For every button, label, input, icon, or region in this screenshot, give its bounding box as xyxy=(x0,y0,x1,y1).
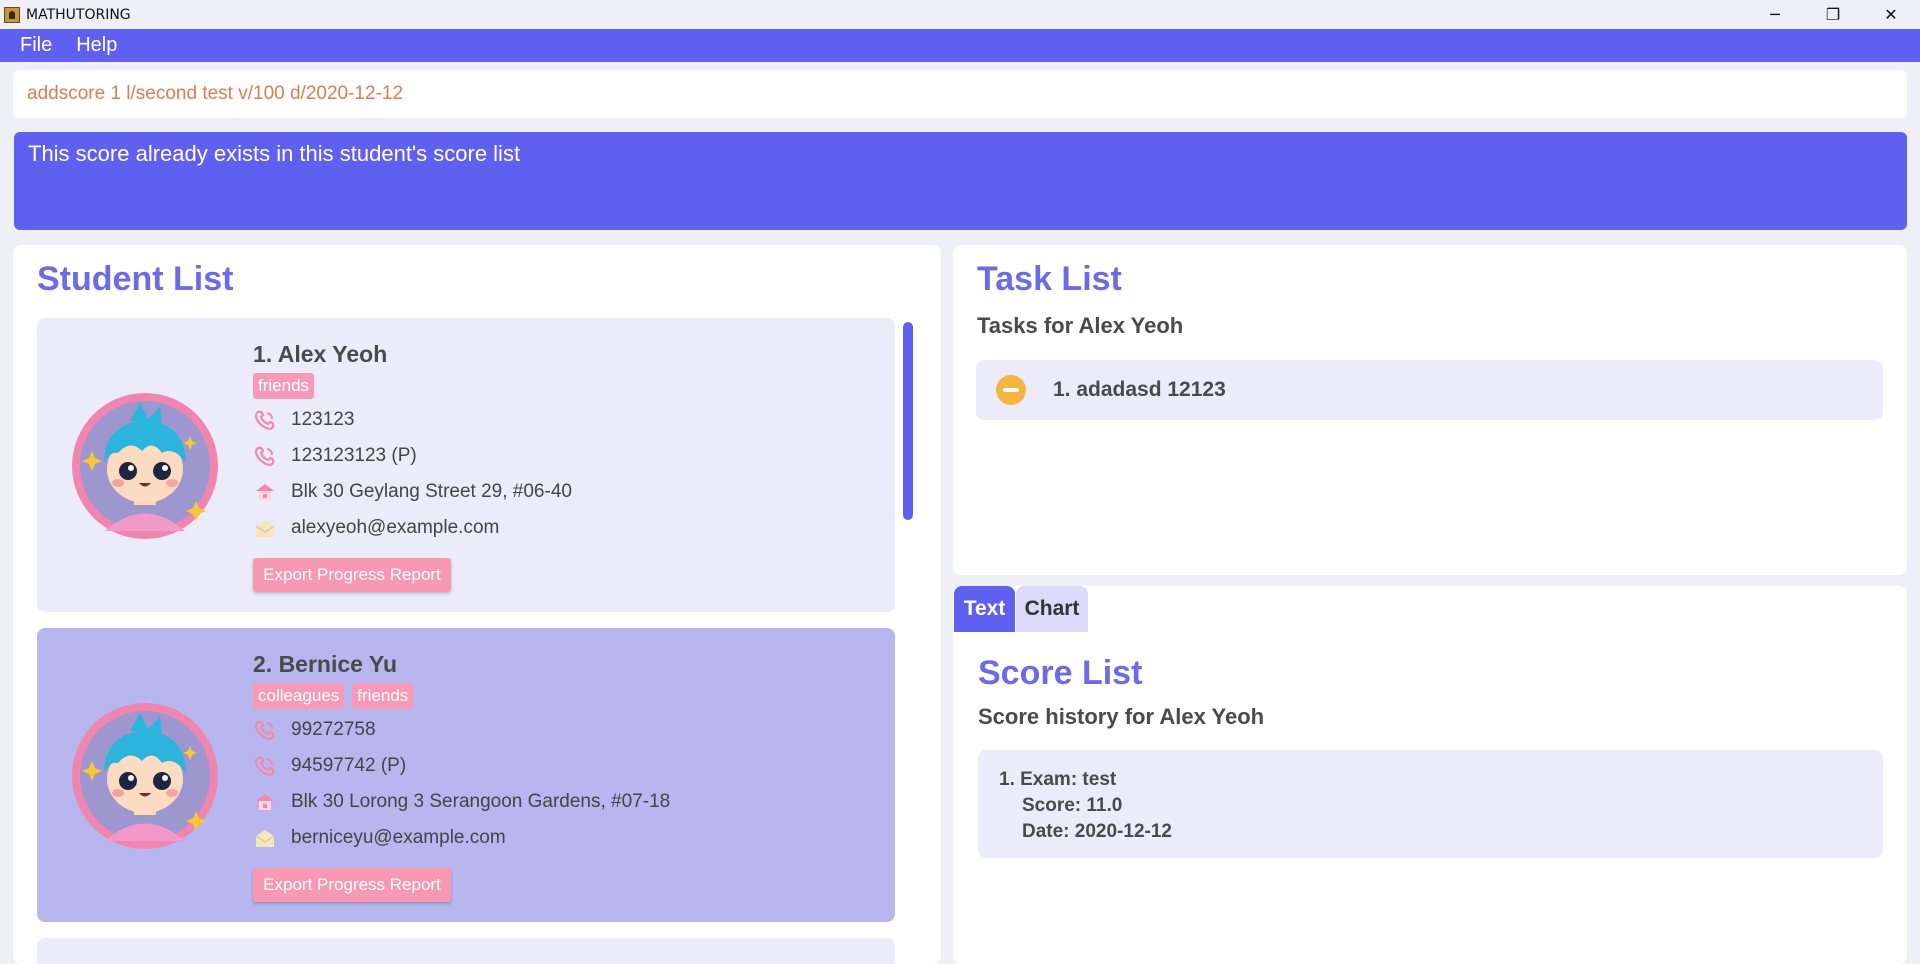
email-row: berniceyu@example.com xyxy=(253,826,506,850)
student-name: 1. Alex Yeoh xyxy=(253,341,388,367)
score-exam: 1. Exam: test xyxy=(999,769,1117,790)
student-avatar-icon xyxy=(72,703,218,849)
score-value: Score: 11.0 xyxy=(1022,795,1123,816)
minimize-icon: ─ xyxy=(1770,5,1780,24)
command-input[interactable]: addscore 1 l/second test v/100 d/2020-12… xyxy=(13,70,1907,118)
address-row: Blk 30 Geylang Street 29, #06-40 xyxy=(253,480,572,504)
phone-text: 99272758 xyxy=(291,719,376,740)
tab-text[interactable]: Text xyxy=(954,586,1015,632)
minimize-button[interactable]: ─ xyxy=(1746,0,1804,29)
email-row: alexyeoh@example.com xyxy=(253,516,499,540)
menu-bar: File Help xyxy=(0,29,1920,62)
address-text: Blk 30 Geylang Street 29, #06-40 xyxy=(291,481,572,502)
restore-icon: ❐ xyxy=(1825,5,1841,24)
student-card[interactable]: 1. Alex Yeoh friends 123123 123123123 (P… xyxy=(37,318,895,612)
window-title-bar: MATHUTORING ─ ❐ ✕ xyxy=(0,0,1920,29)
task-list-panel: Task List Tasks for Alex Yeoh 1. adadasd… xyxy=(953,245,1907,575)
export-progress-report-button[interactable]: Export Progress Report xyxy=(253,558,451,592)
app-logo-icon xyxy=(4,6,20,23)
phone-row: 123123 xyxy=(253,408,354,432)
score-date: Date: 2020-12-12 xyxy=(1022,821,1172,842)
email-text: alexyeoh@example.com xyxy=(291,517,500,538)
score-list-subtitle: Score history for Alex Yeoh xyxy=(978,704,1265,729)
close-button[interactable]: ✕ xyxy=(1862,0,1920,29)
email-text: berniceyu@example.com xyxy=(291,827,506,848)
parent-phone-row: 123123123 (P) xyxy=(253,444,417,468)
student-list-title: Student List xyxy=(37,260,234,298)
tag-badge: friends xyxy=(352,683,414,709)
result-message: This score already exists in this studen… xyxy=(28,141,521,166)
student-card[interactable]: 2. Bernice Yu colleagues friends 9927275… xyxy=(37,628,895,922)
export-progress-report-button[interactable]: Export Progress Report xyxy=(253,868,451,902)
task-list-subtitle: Tasks for Alex Yeoh xyxy=(977,313,1184,338)
envelope-icon xyxy=(253,516,277,540)
student-tags: friends xyxy=(253,373,315,399)
phone-icon xyxy=(253,408,277,432)
restore-button[interactable]: ❐ xyxy=(1804,0,1862,29)
envelope-icon xyxy=(253,826,277,850)
command-input-text: addscore 1 l/second test v/100 d/2020-12… xyxy=(27,83,404,104)
student-list-panel: Student List 1. Alex Yeoh friends 123123… xyxy=(13,245,941,964)
parent-phone-row: 94597742 (P) xyxy=(253,754,406,778)
menu-help[interactable]: Help xyxy=(66,34,127,57)
result-display: This score already exists in this studen… xyxy=(14,132,1907,230)
score-panel: Text Chart Score List Score history for … xyxy=(953,586,1907,964)
in-progress-icon xyxy=(996,375,1026,405)
tab-chart[interactable]: Chart xyxy=(1016,586,1088,632)
address-text: Blk 30 Lorong 3 Serangoon Gardens, #07-1… xyxy=(291,791,671,812)
parent-phone-text: 94597742 (P) xyxy=(291,755,407,776)
student-list-scrollbar[interactable] xyxy=(903,322,913,520)
task-item[interactable]: 1. adadasd 12123 xyxy=(976,360,1883,420)
task-list-title: Task List xyxy=(977,260,1122,298)
phone-icon xyxy=(253,718,277,742)
student-name: 2. Bernice Yu xyxy=(253,651,398,677)
phone-row: 99272758 xyxy=(253,718,376,742)
close-icon: ✕ xyxy=(1884,5,1898,24)
address-row: Blk 30 Lorong 3 Serangoon Gardens, #07-1… xyxy=(253,790,670,814)
student-avatar-icon xyxy=(72,393,218,539)
parent-phone-text: 123123123 (P) xyxy=(291,445,417,466)
phone-icon xyxy=(253,754,277,778)
house-icon xyxy=(253,790,277,814)
tag-badge: colleagues xyxy=(253,683,345,709)
tag-badge: friends xyxy=(253,373,315,399)
phone-text: 123123 xyxy=(291,409,355,430)
task-label: 1. adadasd 12123 xyxy=(1053,378,1226,401)
score-item[interactable]: 1. Exam: test Score: 11.0 Date: 2020-12-… xyxy=(978,750,1883,858)
student-card[interactable] xyxy=(37,938,895,964)
phone-icon xyxy=(253,444,277,468)
menu-file[interactable]: File xyxy=(10,34,62,57)
student-tags: colleagues friends xyxy=(253,683,414,709)
house-icon xyxy=(253,480,277,504)
window-title: MATHUTORING xyxy=(26,6,131,23)
score-list-title: Score List xyxy=(978,654,1143,692)
